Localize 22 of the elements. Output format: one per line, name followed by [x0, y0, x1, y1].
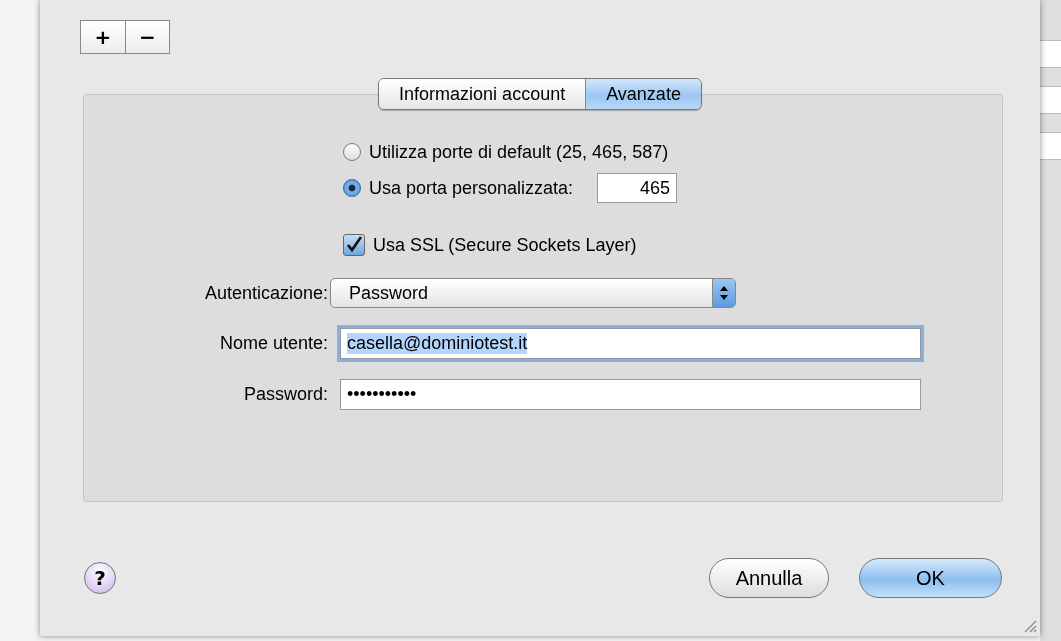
field-label: Password: — [242, 384, 328, 405]
field-label: Autenticazione: — [203, 282, 328, 304]
resize-grip-icon[interactable] — [1023, 619, 1037, 633]
port-field[interactable]: 465 — [597, 173, 678, 203]
radio-label: Utilizza porte di default (25, 465, 587) — [369, 141, 669, 163]
radio-button[interactable] — [343, 179, 361, 197]
help-button[interactable]: ? — [84, 562, 116, 594]
checkbox-label: Usa SSL (Secure Sockets Layer) — [373, 234, 637, 256]
authentication-dropdown[interactable]: Password — [330, 278, 736, 308]
remove-button[interactable]: − — [125, 21, 169, 53]
radio-button[interactable] — [343, 143, 361, 161]
tab[interactable]: Informazioni account — [379, 79, 586, 109]
checkbox[interactable] — [343, 234, 365, 256]
tab[interactable]: Avanzate — [585, 79, 701, 109]
password-field[interactable]: ••••••••••• — [340, 379, 921, 410]
stepper-arrows-icon — [719, 285, 729, 301]
add-button[interactable]: + — [81, 21, 125, 53]
ok-button[interactable]: OK — [859, 558, 1002, 598]
cancel-button[interactable]: Annulla — [709, 558, 829, 598]
radio-label: Usa porta personalizzata: — [369, 177, 574, 199]
field-label: Nome utente: — [218, 333, 328, 354]
username-field[interactable]: casella@dominiotest.it — [340, 328, 921, 359]
